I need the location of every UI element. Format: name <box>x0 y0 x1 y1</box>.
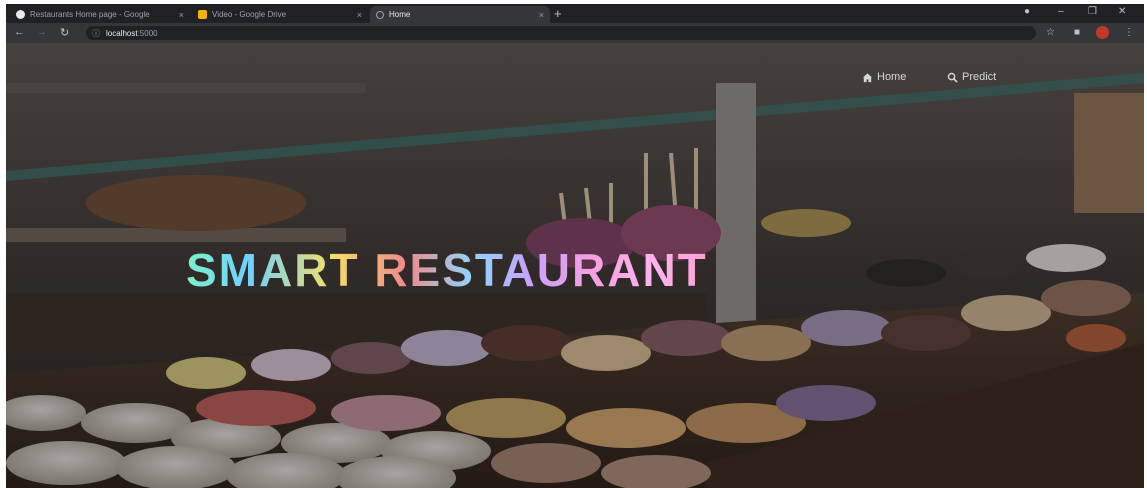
drive-icon <box>198 10 207 19</box>
minimize-icon[interactable]: – <box>1058 6 1064 17</box>
tab-title: Restaurants Home page - Google <box>30 10 150 19</box>
browser-window: Restaurants Home page - Google × Video -… <box>6 4 1144 488</box>
extension-icon[interactable]: ■ <box>1074 27 1080 38</box>
address-port: :5000 <box>137 28 158 38</box>
tab-close-icon[interactable]: × <box>179 10 184 20</box>
address-host: localhost <box>106 28 138 38</box>
maximize-icon[interactable]: ❐ <box>1088 6 1097 17</box>
address-bar[interactable]: ⓘ localhost :5000 <box>86 26 1036 40</box>
tab-close-icon[interactable]: × <box>539 10 544 20</box>
tab-close-icon[interactable]: × <box>357 10 362 20</box>
star-icon[interactable]: ☆ <box>1046 27 1055 38</box>
tab-favicon-icon <box>16 10 25 19</box>
tab-home[interactable]: Home × <box>370 6 550 23</box>
nav-predict-label: Predict <box>962 71 997 83</box>
globe-icon <box>376 10 384 19</box>
avatar[interactable] <box>1096 26 1109 39</box>
browser-toolbar: ← → ↻ ⓘ localhost :5000 ☆ ■ ⋮ <box>6 23 1144 43</box>
profile-dot-icon[interactable]: ● <box>1024 6 1030 17</box>
nav-home[interactable]: Home <box>862 71 906 83</box>
search-icon <box>947 72 958 83</box>
tab-title: Home <box>389 10 411 19</box>
new-tab-button[interactable]: + <box>554 6 562 21</box>
close-window-icon[interactable]: ✕ <box>1118 6 1126 17</box>
menu-icon[interactable]: ⋮ <box>1124 27 1134 38</box>
back-button[interactable]: ← <box>14 26 25 38</box>
page-viewport: Home Predict SMART RESTAURANT <box>6 43 1144 488</box>
forward-button[interactable]: → <box>36 26 47 38</box>
tab-restaurants-home[interactable]: Restaurants Home page - Google × <box>10 6 190 23</box>
info-icon[interactable]: ⓘ <box>92 28 100 39</box>
tab-title: Video - Google Drive <box>212 10 287 19</box>
nav-predict[interactable]: Predict <box>947 71 996 83</box>
tab-strip: Restaurants Home page - Google × Video -… <box>6 4 1144 23</box>
reload-button[interactable]: ↻ <box>60 26 69 39</box>
home-icon <box>862 72 873 82</box>
tab-google-drive[interactable]: Video - Google Drive × <box>192 6 368 23</box>
nav-home-label: Home <box>877 71 907 83</box>
hero-title: SMART RESTAURANT <box>186 244 708 296</box>
